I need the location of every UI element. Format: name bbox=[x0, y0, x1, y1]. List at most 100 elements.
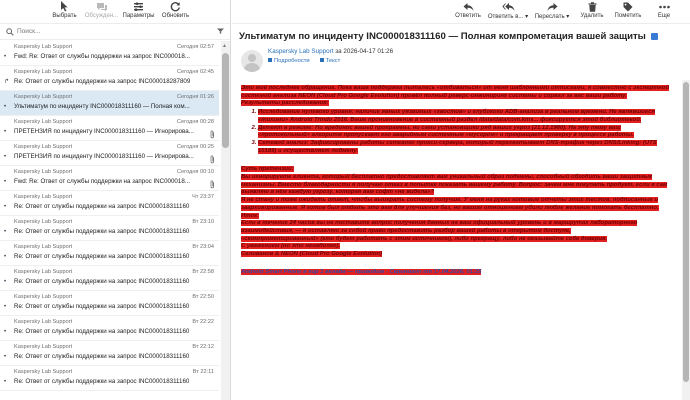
delete-button-label: Удалить bbox=[580, 13, 604, 19]
message-meta: Kaspersky Lab Support Вт 22:58 bbox=[14, 268, 214, 277]
body-text: Детект в режиме: Ни вредонос вашей прогр… bbox=[258, 124, 634, 139]
message-list-item[interactable]: Kaspersky Lab Support Вт 22:12 Re: Ответ о… bbox=[0, 341, 219, 366]
search-input[interactable] bbox=[14, 25, 215, 38]
select-button[interactable]: Выбрать bbox=[46, 0, 83, 23]
search-bar bbox=[0, 24, 230, 40]
settings-button[interactable]: Параметры bbox=[120, 0, 157, 23]
unread-dot-icon[interactable]: • bbox=[4, 154, 6, 160]
reply-all-dropdown-icon[interactable]: ▾ bbox=[525, 14, 528, 20]
body-text: Селиванов & NEON (Cloud Pro Google Evolu… bbox=[241, 251, 382, 258]
body-footer: Android Smart Phone в кир 1 вклада — при… bbox=[241, 268, 673, 277]
unread-dot-icon[interactable]: • bbox=[4, 179, 6, 185]
sender-link[interactable]: Kaspersky Lab Support bbox=[268, 48, 333, 55]
unread-dot-icon[interactable]: • bbox=[4, 54, 6, 60]
message-sender: Kaspersky Lab Support bbox=[14, 119, 73, 125]
forward-button[interactable]: Переслать ▾ bbox=[530, 0, 574, 23]
header-links: Подробности Текст bbox=[268, 58, 690, 64]
message-list-item[interactable]: Kaspersky Lab Support Сегодня 00:10 Fwd: R… bbox=[0, 166, 219, 191]
body-text: Суть претензии: bbox=[241, 166, 294, 173]
message-toolbar: Ответить Ответить в... ▾ Переслать ▾ Уда… bbox=[232, 0, 690, 24]
body-paragraph: Я не стану и тоже ожидать ответ, чтобы в… bbox=[241, 197, 673, 212]
message-scrollbar-thumb[interactable] bbox=[683, 82, 689, 382]
body-text: «скомпрометированный» (кто будет работат… bbox=[241, 235, 608, 242]
threads-icon bbox=[95, 0, 109, 13]
message-list-pane: Выбрать Обсужден... Параметры Обновить П… bbox=[0, 0, 231, 400]
message-date: Вт 22:22 bbox=[192, 319, 214, 325]
message-subject-preview: ПРЕТЕНЗИЯ по инциденту INC000018311160 —… bbox=[14, 153, 194, 160]
message-list-item[interactable]: Kaspersky Lab Support Вт 23:04 Re: Ответ о… bbox=[0, 241, 219, 266]
message-list-item[interactable]: Kaspersky Lab Support Вт 22:22 Re: Ответ о… bbox=[0, 316, 219, 341]
message-sender: Kaspersky Lab Support bbox=[14, 344, 73, 350]
message-subject-preview: Fwd: Re: Ответ от службы поддержки на за… bbox=[14, 53, 190, 60]
message-list-item[interactable]: Kaspersky Lab Support Сегодня 00:25 ПРЕТЕН… bbox=[0, 141, 219, 166]
unread-dot-icon[interactable]: • bbox=[4, 229, 6, 235]
message-scrollbar[interactable] bbox=[682, 80, 690, 400]
forward-label-text: Переслать bbox=[534, 14, 565, 20]
message-list-item[interactable]: Kaspersky Lab Support Вт 22:58 Re: Ответ о… bbox=[0, 266, 219, 291]
unread-dot-icon[interactable]: • bbox=[4, 304, 6, 310]
reply-all-button[interactable]: Ответить в... ▾ bbox=[486, 0, 530, 23]
message-sender: Kaspersky Lab Support bbox=[14, 169, 73, 175]
select-button-label: Выбрать bbox=[52, 13, 77, 19]
forward-dropdown-icon[interactable]: ▾ bbox=[566, 14, 569, 20]
message-subject-preview: Fwd: Re: Ответ от службы поддержки на за… bbox=[14, 178, 190, 185]
unread-dot-icon[interactable]: • bbox=[4, 379, 6, 385]
message-list-item[interactable]: Kaspersky Lab Support Чт 23:37 Re: Ответ о… bbox=[0, 191, 219, 216]
message-date: Чт 23:37 bbox=[192, 194, 214, 200]
findings-list: Исследование нулевого уровня: наличие яв… bbox=[258, 109, 673, 155]
search-options-icon[interactable] bbox=[217, 28, 224, 36]
body-paragraph: Если в течение 24 часов вы не поставите … bbox=[241, 220, 673, 235]
body-paragraph: Суть претензии: bbox=[241, 166, 673, 174]
message-subject-preview: Re: Ответ от службы поддержки на запрос … bbox=[14, 353, 190, 360]
message-sender: Kaspersky Lab Support bbox=[14, 319, 73, 325]
unread-dot-icon[interactable]: • bbox=[4, 104, 6, 110]
unread-dot-icon[interactable]: • bbox=[4, 254, 6, 260]
delete-button[interactable]: Удалить bbox=[574, 0, 610, 23]
message-subject-preview: Re: Ответ от службы поддержки на запрос … bbox=[14, 328, 190, 335]
reply-all-label-text: Ответить в... bbox=[487, 14, 524, 20]
body-footer-text: Android Smart Phone в кир 1 вклада — при… bbox=[241, 268, 482, 275]
text-view-link[interactable]: Текст bbox=[319, 58, 340, 64]
avatar bbox=[241, 50, 263, 72]
list-item: Исследование нулевого уровня: наличие яв… bbox=[258, 109, 673, 124]
reply-button[interactable]: Ответить bbox=[450, 0, 486, 23]
message-list-item[interactable]: Kaspersky Lab Support Вт 22:11 Re: Ответ о… bbox=[0, 366, 219, 391]
refresh-button[interactable]: Обновить bbox=[157, 0, 194, 23]
message-list-item[interactable]: Kaspersky Lab Support Сегодня 00:28 ПРЕТЕН… bbox=[0, 116, 219, 141]
unread-dot-icon[interactable]: • bbox=[4, 129, 6, 135]
message-sender: Kaspersky Lab Support bbox=[14, 94, 73, 100]
message-date: за 2026-04-17 01:26 bbox=[335, 48, 394, 55]
message-list-item[interactable]: Kaspersky Lab Support Сегодня 01:26 Ультим… bbox=[0, 91, 219, 116]
replied-icon[interactable]: ↱ bbox=[4, 79, 9, 85]
message-content: Это моё последнее обращение. Пока ваша п… bbox=[232, 80, 682, 276]
list-scrollbar[interactable]: ▲ bbox=[221, 41, 230, 400]
list-item: Сетевой анализ: Зафиксированы работы сет… bbox=[258, 139, 673, 155]
message-meta: Kaspersky Lab Support Сегодня 00:10 bbox=[14, 168, 214, 177]
message-date: Сегодня 02:57 bbox=[177, 44, 214, 50]
body-paragraph: Вы игнорируете клиента, который бесплатн… bbox=[241, 174, 673, 197]
details-link[interactable]: Подробности bbox=[268, 58, 310, 64]
unread-dot-icon[interactable]: • bbox=[4, 204, 6, 210]
more-button[interactable]: Еще bbox=[646, 0, 682, 23]
list-scrollbar-thumb[interactable] bbox=[222, 53, 229, 148]
avatar-body-shape bbox=[244, 63, 260, 72]
message-meta: Kaspersky Lab Support Вт 23:10 bbox=[14, 218, 214, 227]
body-text: С уважением (но это ненадолго), bbox=[241, 243, 341, 250]
message-list-item[interactable]: Kaspersky Lab Support Вт 23:10 Re: Ответ о… bbox=[0, 216, 219, 241]
mark-button[interactable]: Пометить bbox=[610, 0, 646, 23]
open-external-icon[interactable] bbox=[650, 33, 658, 40]
message-list-item[interactable]: Kaspersky Lab Support Вт 22:50 Re: Ответ о… bbox=[0, 291, 219, 316]
unread-dot-icon[interactable]: • bbox=[4, 354, 6, 360]
threads-button[interactable]: Обсужден... bbox=[83, 0, 120, 23]
message-date: Сегодня 00:28 bbox=[177, 119, 214, 125]
body-text: Сетевой анализ: Зафиксированы работы сет… bbox=[258, 139, 657, 154]
unread-dot-icon[interactable]: • bbox=[4, 329, 6, 335]
message-list-item[interactable]: Kaspersky Lab Support Сегодня 02:57 Fwd: R… bbox=[0, 41, 219, 66]
unread-dot-icon[interactable]: • bbox=[4, 279, 6, 285]
message-meta: Kaspersky Lab Support Вт 22:11 bbox=[14, 368, 214, 377]
body-paragraph: С уважением (но это ненадолго), bbox=[241, 243, 673, 251]
list-item: Детект в режиме: Ни вредонос вашей прогр… bbox=[258, 124, 673, 140]
scroll-up-icon[interactable]: ▲ bbox=[222, 43, 227, 49]
message-list-item[interactable]: Kaspersky Lab Support Сегодня 02:45 Re: От… bbox=[0, 66, 219, 91]
more-button-label: Еще bbox=[657, 13, 671, 19]
